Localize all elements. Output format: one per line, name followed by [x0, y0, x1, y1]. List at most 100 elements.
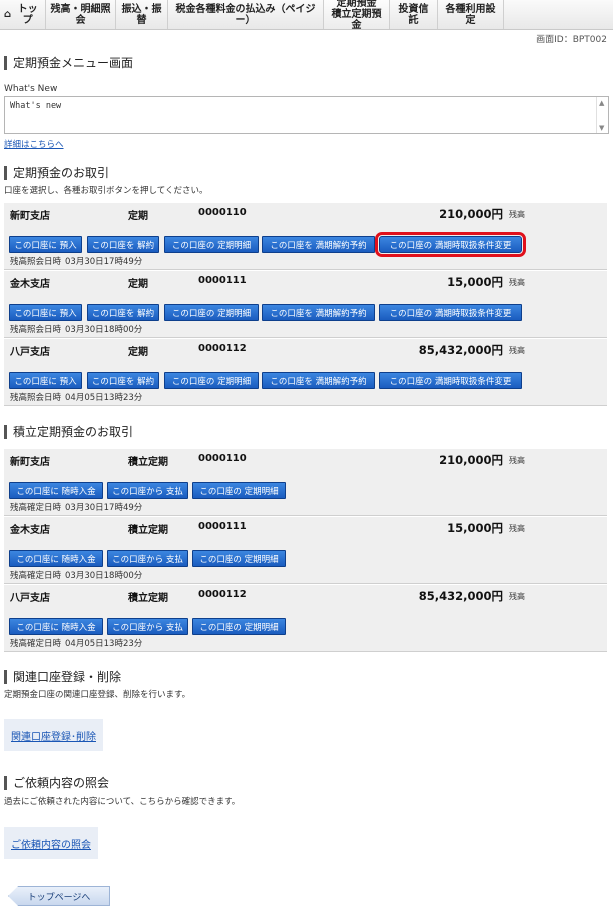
balance-unit: 残高	[509, 278, 525, 287]
account-row: 新町支店 定期 0000110 210,000円 残高 この口座に 預入 この口座を 解約こ…	[4, 203, 607, 270]
nav-time-deposit[interactable]: 定期預金 積立定期預金	[324, 0, 390, 31]
balance-time-label: 残高照会日時	[10, 393, 62, 403]
account-action-button[interactable]: この口座に 随時入金	[9, 618, 103, 635]
account-action-button[interactable]: この口座に 預入	[9, 304, 82, 321]
account-action-button[interactable]: この口座を 解約	[87, 236, 159, 253]
account-type: 定期	[128, 279, 148, 290]
account-action-button[interactable]: この口座から 支払	[107, 550, 188, 567]
account-type: 積立定期	[128, 525, 168, 536]
account-number: 0000112	[198, 589, 247, 600]
time-deposit-note: 口座を選択し、各種お取引ボタンを押してください。	[4, 186, 208, 196]
account-type: 積立定期	[128, 593, 168, 604]
whats-new-textarea[interactable]: What's new ▲ ▼	[4, 96, 609, 134]
balance-amount: 210,000円	[439, 207, 503, 221]
branch-name: 新町支店	[10, 211, 50, 222]
related-note: 定期預金口座の関連口座登録、削除を行います。	[4, 690, 191, 700]
account-number: 0000110	[198, 207, 247, 218]
account-action-button[interactable]: この口座から 支払	[107, 618, 188, 635]
balance-time: 残高照会日時 04月05日13時23分	[10, 391, 142, 403]
nav-settings-label: 各種利用設定	[445, 3, 496, 26]
balance-time-value: 03月30日18時00分	[65, 325, 143, 335]
balance-time-value: 04月05日13時23分	[65, 639, 143, 649]
account-row: 金木支店 積立定期 0000111 15,000円 残高 この口座に 随時入金 この口座から…	[4, 517, 607, 584]
account-action-button[interactable]: この口座から 支払	[107, 482, 188, 499]
account-action-button[interactable]: この口座の 定期明細	[192, 482, 286, 499]
balance-amount: 85,432,000円	[418, 589, 503, 603]
nav-investment[interactable]: 投資信託	[390, 0, 438, 29]
account-action-button[interactable]: この口座の 定期明細	[192, 550, 286, 567]
inquiry-link-button[interactable]: ご依頼内容の照会	[4, 827, 98, 859]
account-row: 金木支店 定期 0000111 15,000円 残高 この口座に 預入 この口座を 解約 この…	[4, 271, 607, 338]
account-type: 積立定期	[128, 457, 168, 468]
account-number: 0000111	[198, 275, 247, 286]
nav-time-deposit-line1: 定期預金	[336, 0, 377, 9]
account-row: 八戸支店 積立定期 0000112 85,432,000円 残高 この口座に 随時入金 この…	[4, 585, 607, 652]
balance-amount: 210,000円	[439, 453, 503, 467]
account-action-button[interactable]: この口座に 預入	[9, 372, 82, 389]
scroll-up-icon[interactable]: ▲	[599, 99, 604, 107]
account-action-button[interactable]: この口座の 定期明細	[164, 304, 259, 321]
account-action-button[interactable]: この口座を 満期解約予約	[262, 236, 375, 253]
nav-time-deposit-line2: 積立定期預金	[331, 9, 382, 31]
account-action-button[interactable]: この口座を 解約	[87, 304, 159, 321]
account-action-button[interactable]: この口座の 定期明細	[192, 618, 286, 635]
balance-time-label: 残高確定日時	[10, 503, 62, 513]
nav-transfer-label: 振込・振替	[121, 3, 162, 26]
whats-new-scrollbar[interactable]: ▲ ▼	[596, 97, 608, 133]
account-action-button[interactable]: この口座の 定期明細	[164, 372, 259, 389]
balance-unit: 残高	[509, 210, 525, 219]
nav-balance[interactable]: 残高・明細照会	[46, 0, 116, 29]
balance-unit: 残高	[509, 524, 525, 533]
account-number: 0000110	[198, 453, 247, 464]
branch-name: 八戸支店	[10, 593, 50, 604]
scroll-down-icon[interactable]: ▼	[599, 124, 604, 132]
account-action-button[interactable]: この口座に 預入	[9, 236, 82, 253]
related-link-button[interactable]: 関連口座登録･削除	[4, 719, 103, 751]
account-action-button[interactable]: この口座を 満期解約予約	[262, 372, 375, 389]
home-icon: ⌂	[4, 9, 12, 20]
account-action-button[interactable]: この口座に 随時入金	[9, 550, 103, 567]
nav-payeasy-label: 税金各種料金の払込み（ペイジー）	[175, 3, 316, 26]
balance-time: 残高照会日時 03月30日18時00分	[10, 323, 142, 335]
nav-top[interactable]: ⌂ トップ	[0, 0, 46, 29]
whats-new-label: What's New	[4, 84, 58, 94]
account-type: 定期	[128, 211, 148, 222]
account-number: 0000111	[198, 521, 247, 532]
account-action-button[interactable]: この口座の 満期時取扱条件変更	[375, 232, 526, 257]
branch-name: 金木支店	[10, 525, 50, 536]
balance-time-value: 03月30日18時00分	[65, 571, 143, 581]
branch-name: 新町支店	[10, 457, 50, 468]
balance-time-value: 03月30日17時49分	[65, 503, 143, 513]
account-type: 定期	[128, 347, 148, 358]
top-page-button[interactable]: トップページへ	[8, 886, 110, 906]
time-deposit-title: 定期預金のお取引	[4, 166, 109, 180]
nav-investment-label: 投資信託	[398, 3, 429, 26]
balance-time-label: 残高照会日時	[10, 257, 62, 267]
balance-unit: 残高	[509, 346, 525, 355]
balance-time-value: 04月05日13時23分	[65, 393, 143, 403]
whats-new-detail-link[interactable]: 詳細はこちらへ	[4, 138, 64, 150]
account-action-button[interactable]: この口座の 満期時取扱条件変更	[379, 304, 522, 321]
balance-amount: 85,432,000円	[418, 343, 503, 357]
branch-name: 八戸支店	[10, 347, 50, 358]
inquiry-title: ご依頼内容の照会	[4, 776, 109, 790]
account-action-button[interactable]: この口座を 満期解約予約	[262, 304, 375, 321]
nav-payeasy[interactable]: 税金各種料金の払込み（ペイジー）	[168, 0, 324, 29]
balance-time-label: 残高照会日時	[10, 325, 62, 335]
nav-transfer[interactable]: 振込・振替	[116, 0, 168, 29]
branch-name: 金木支店	[10, 279, 50, 290]
account-action-button[interactable]: この口座に 随時入金	[9, 482, 103, 499]
balance-time: 残高確定日時 03月30日17時49分	[10, 501, 142, 513]
balance-time: 残高照会日時 03月30日17時49分	[10, 255, 142, 267]
account-action-button[interactable]: この口座の 定期明細	[164, 236, 259, 253]
balance-time-label: 残高確定日時	[10, 571, 62, 581]
balance-time: 残高確定日時 04月05日13時23分	[10, 637, 142, 649]
account-action-button[interactable]: この口座の 満期時取扱条件変更	[379, 372, 522, 389]
balance-unit: 残高	[509, 592, 525, 601]
account-row: 新町支店 積立定期 0000110 210,000円 残高 この口座に 随時入金 この口座か…	[4, 449, 607, 516]
inquiry-note: 過去にご依頼された内容について、こちらから確認できます。	[4, 797, 241, 807]
account-action-button[interactable]: この口座を 解約	[87, 372, 159, 389]
global-nav: ⌂ トップ 残高・明細照会 振込・振替 税金各種料金の払込み（ペイジー） 定期預…	[0, 0, 613, 31]
balance-amount: 15,000円	[447, 275, 503, 289]
nav-settings[interactable]: 各種利用設定	[438, 0, 504, 29]
